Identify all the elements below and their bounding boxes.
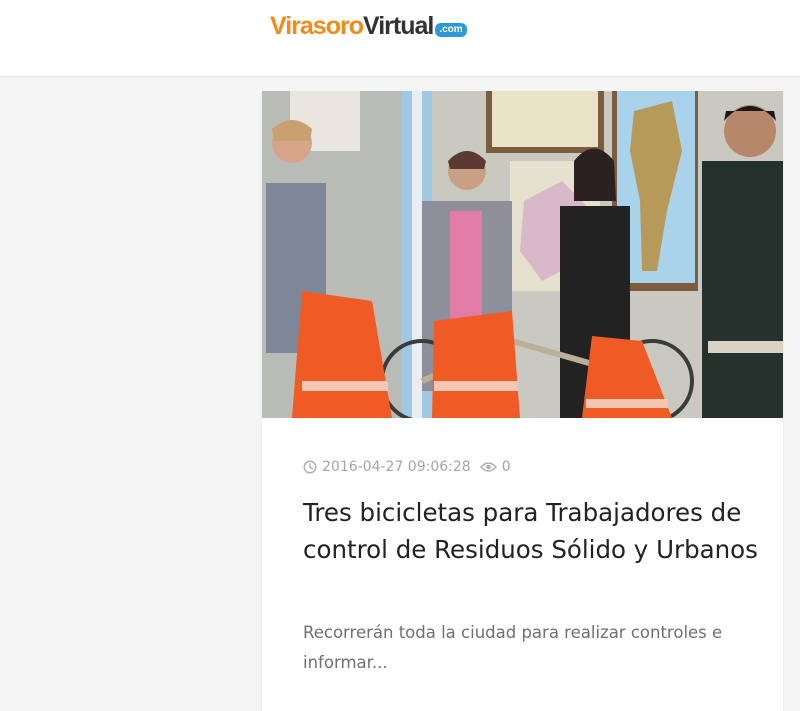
article-title[interactable]: Tres bicicletas para Trabajadores de con… (303, 494, 763, 568)
article-photo[interactable] (262, 91, 783, 418)
logo-text-virtual: Virtual (362, 12, 434, 40)
logo-badge-com: .com (435, 23, 467, 37)
logo-text-virasoro: Virasoro (270, 12, 364, 40)
article-photo-illustration (262, 91, 783, 418)
article-meta: 2016-04-27 09:06:28 0 (303, 459, 511, 475)
article-card[interactable]: 2016-04-27 09:06:28 0 Tres bicicletas pa… (262, 91, 783, 711)
article-views-count: 0 (501, 459, 511, 475)
article-excerpt: Recorrerán toda la ciudad para realizar … (303, 623, 723, 672)
eye-icon (479, 461, 497, 473)
site-logo[interactable]: Virasoro Virtual .com (270, 12, 467, 41)
clock-icon (303, 460, 317, 474)
article-datetime: 2016-04-27 09:06:28 (322, 459, 471, 475)
top-header-bar: Virasoro Virtual .com (0, 0, 800, 77)
